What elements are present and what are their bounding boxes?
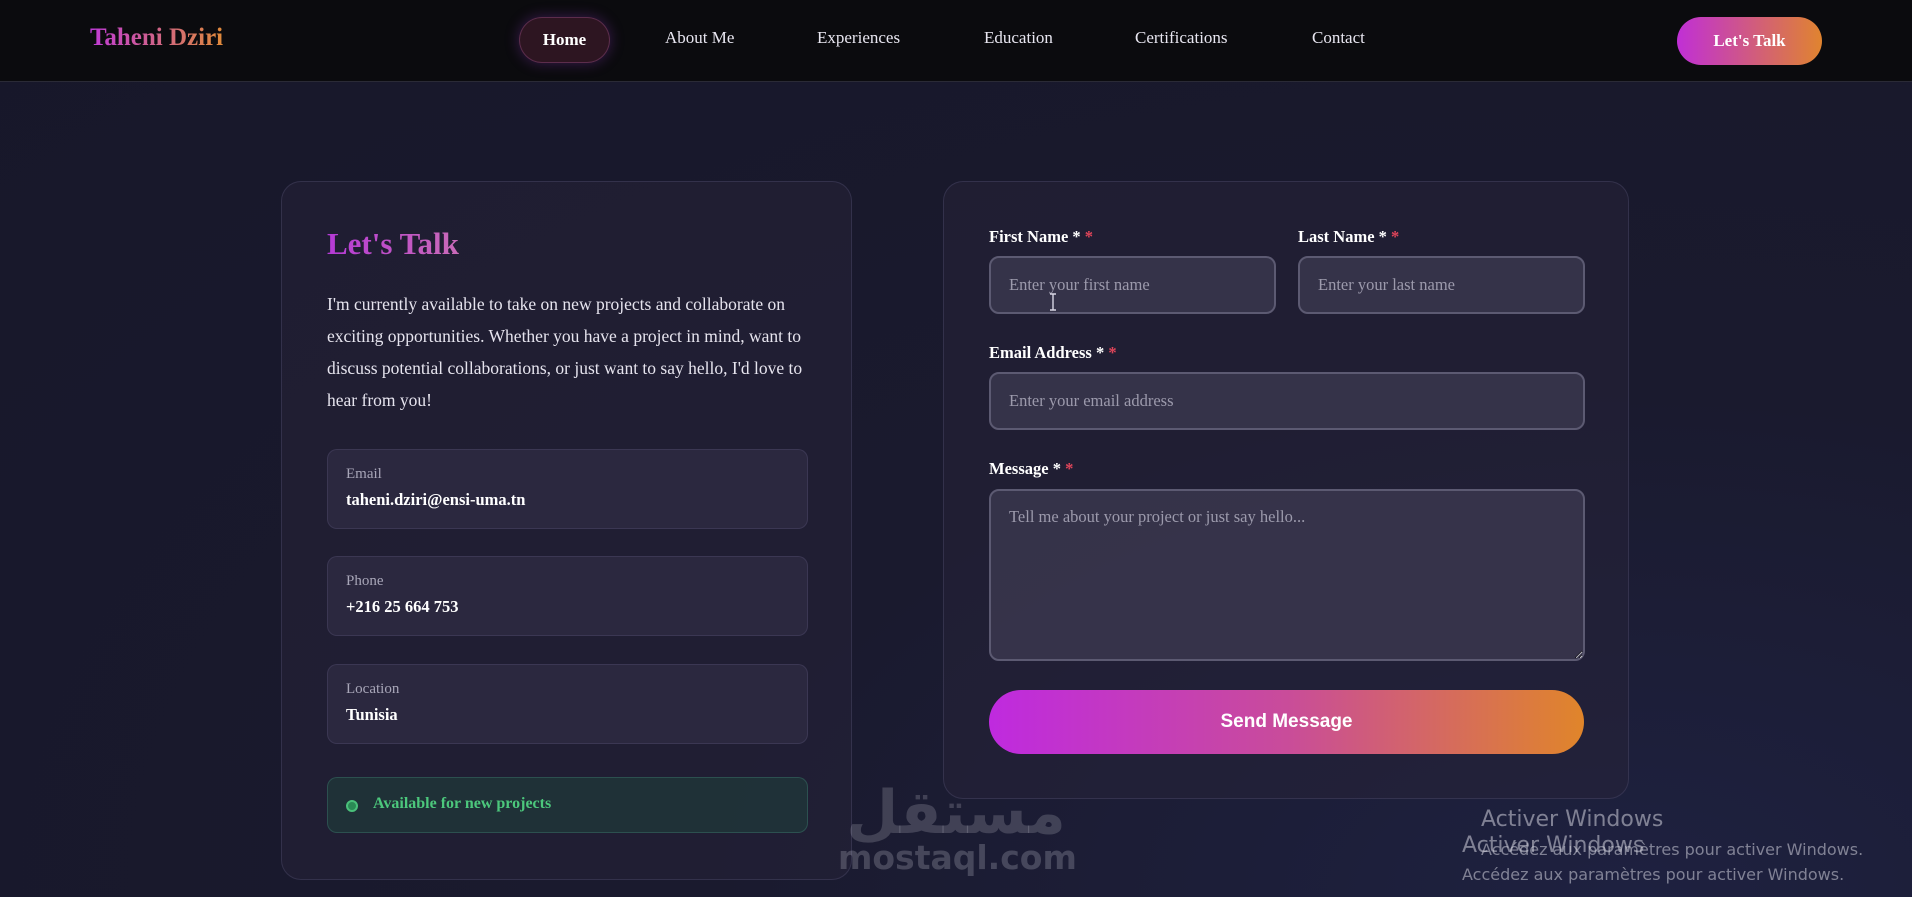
brand-logo[interactable]: Taheni Dziri (90, 24, 223, 52)
email-input[interactable] (989, 372, 1585, 430)
windows-activation-title-duplicate: Activer Windows (1462, 833, 1645, 858)
contact-description: I'm currently available to take on new p… (327, 294, 803, 410)
message-textarea[interactable] (989, 489, 1585, 661)
location-info: Location Tunisia (327, 664, 808, 744)
availability-status: Available for new projects (327, 777, 808, 833)
email-info: Email taheni.dziri@ensi-uma.tn (327, 449, 808, 529)
windows-activation-subtitle-duplicate: Accédez aux paramètres pour activer Wind… (1462, 865, 1845, 884)
text-cursor-icon (1050, 293, 1056, 311)
last-name-input[interactable] (1298, 256, 1585, 314)
contact-title: Let's Talk (327, 226, 459, 261)
phone-info-value[interactable]: +216 25 664 753 (346, 597, 459, 617)
send-message-button[interactable]: Send Message (989, 690, 1584, 754)
status-dot-icon (346, 800, 358, 812)
location-info-label: Location (346, 681, 400, 697)
email-info-value[interactable]: taheni.dziri@ensi-uma.tn (346, 490, 525, 510)
nav-item-experiences[interactable]: Experiences (817, 28, 900, 48)
nav-item-home[interactable]: Home (519, 17, 610, 63)
windows-activation-title: Activer Windows (1481, 807, 1664, 832)
email-info-label: Email (346, 466, 382, 482)
nav-item-contact[interactable]: Contact (1312, 28, 1365, 48)
nav-item-about[interactable]: About Me (665, 28, 734, 48)
contact-info-card: Let's Talk I'm currently available to ta… (281, 181, 852, 880)
mostaql-watermark-latin: mostaql.com (838, 838, 1077, 877)
email-label: Email Address * * (989, 343, 1117, 362)
navbar: Taheni Dziri Home About Me Experiences E… (0, 0, 1912, 82)
nav-item-certifications[interactable]: Certifications (1135, 28, 1228, 48)
phone-info-label: Phone (346, 573, 384, 589)
last-name-label: Last Name * * (1298, 227, 1400, 246)
phone-info: Phone +216 25 664 753 (327, 556, 808, 636)
nav-item-education[interactable]: Education (984, 28, 1053, 48)
message-label: Message * * (989, 459, 1074, 478)
location-info-value: Tunisia (346, 705, 398, 724)
first-name-input[interactable] (989, 256, 1276, 314)
lets-talk-button[interactable]: Let's Talk (1677, 17, 1822, 65)
mostaql-watermark: مستقل mostaql.com (838, 778, 1077, 886)
first-name-label: First Name * * (989, 227, 1094, 246)
contact-form-card: First Name * * Last Name * * Email Addre… (943, 181, 1629, 799)
availability-status-text: Available for new projects (373, 795, 552, 812)
